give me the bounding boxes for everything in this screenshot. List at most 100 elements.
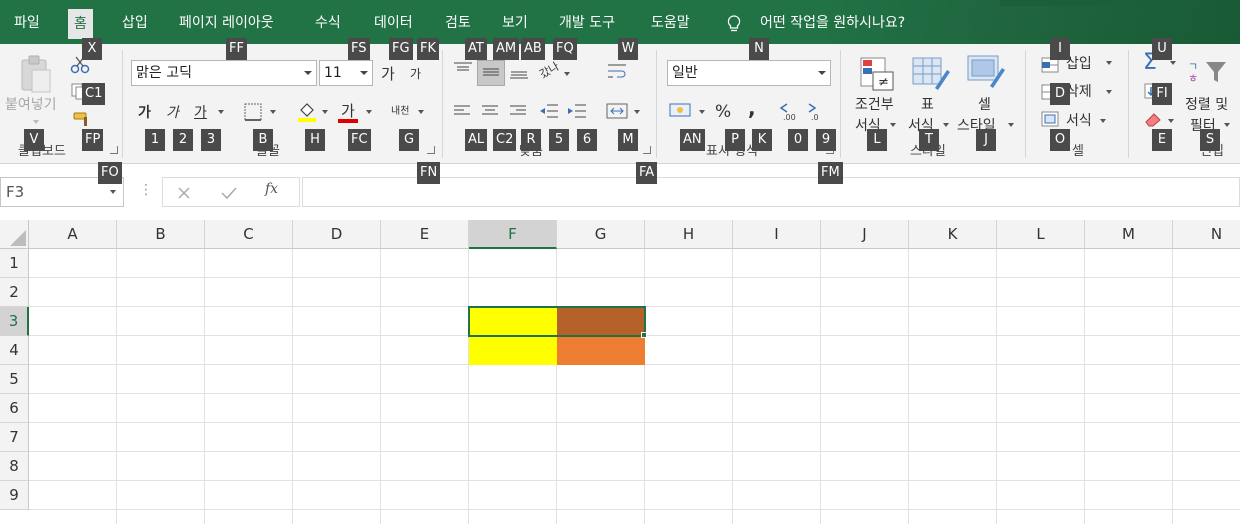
row-header-3[interactable]: 3 xyxy=(0,307,29,336)
column-header-n[interactable]: N xyxy=(1173,220,1240,249)
cell-styles-dropdown-arrow[interactable] xyxy=(1008,123,1014,127)
align-left-icon[interactable] xyxy=(453,104,471,118)
italic-button[interactable]: 가 xyxy=(166,102,179,122)
percent-button[interactable]: % xyxy=(715,102,731,122)
currency-icon[interactable] xyxy=(669,100,693,122)
border-dropdown-arrow[interactable] xyxy=(270,110,276,114)
column-header-j[interactable]: J xyxy=(821,220,909,249)
clipboard-launcher[interactable] xyxy=(110,146,118,154)
align-top-icon[interactable] xyxy=(453,61,473,77)
tab-home[interactable]: 홈 xyxy=(68,9,93,39)
tab-file[interactable]: 파일 xyxy=(14,10,40,36)
sort-filter-label[interactable]: 정렬 및 xyxy=(1185,94,1228,114)
row-header-6[interactable]: 6 xyxy=(0,394,29,423)
decrease-indent-icon[interactable] xyxy=(539,102,559,120)
fill-color-icon[interactable] xyxy=(296,100,318,122)
increase-decimal-icon[interactable]: .00 xyxy=(779,100,801,122)
column-header-i[interactable]: I xyxy=(733,220,821,249)
number-format-box[interactable]: 일반 xyxy=(667,60,831,86)
column-header-k[interactable]: K xyxy=(909,220,997,249)
formula-bar-grip[interactable]: ⋮ xyxy=(139,182,153,198)
formula-input[interactable] xyxy=(302,177,1240,207)
clear-dropdown-arrow[interactable] xyxy=(1168,119,1174,123)
border-icon[interactable] xyxy=(243,102,263,122)
column-header-a[interactable]: A xyxy=(29,220,117,249)
autosum-dropdown-arrow[interactable] xyxy=(1170,61,1176,65)
row-header-7[interactable]: 7 xyxy=(0,423,29,452)
paste-dropdown-arrow[interactable] xyxy=(33,120,39,124)
tab-data[interactable]: 데이터 xyxy=(374,10,413,36)
format-as-table-icon[interactable] xyxy=(911,56,951,92)
format-cells-icon[interactable] xyxy=(1040,110,1060,128)
paste-label[interactable]: 붙여넣기 xyxy=(5,94,57,114)
fill-handle[interactable] xyxy=(641,332,647,338)
font-size-box[interactable]: 11 xyxy=(319,60,373,86)
column-header-b[interactable]: B xyxy=(117,220,205,249)
row-header-9[interactable]: 9 xyxy=(0,481,29,510)
sort-filter-icon[interactable]: ㄱㅎ xyxy=(1186,56,1230,86)
font-color-button[interactable]: 가 xyxy=(341,100,355,121)
underline-button[interactable]: 가 xyxy=(194,102,207,122)
alignment-launcher[interactable] xyxy=(643,146,651,154)
decrease-decimal-icon[interactable]: .0 xyxy=(807,100,829,122)
orientation-button[interactable]: 갔나 xyxy=(536,58,562,82)
cell-g4[interactable] xyxy=(557,336,645,365)
increase-indent-icon[interactable] xyxy=(567,102,587,120)
format-cells-label[interactable]: 서식 xyxy=(1066,110,1092,130)
bold-button[interactable]: 가 xyxy=(138,102,151,122)
delete-dropdown-arrow[interactable] xyxy=(1106,90,1112,94)
align-center-icon[interactable] xyxy=(481,104,499,118)
grow-font-button[interactable]: 가 xyxy=(381,63,395,84)
row-header-2[interactable]: 2 xyxy=(0,278,29,307)
column-header-g[interactable]: G xyxy=(557,220,645,249)
cancel-icon[interactable] xyxy=(177,186,191,200)
conditional-formatting-label[interactable]: 조건부 xyxy=(855,94,894,114)
conditional-dropdown-arrow[interactable] xyxy=(890,123,896,127)
phonetic-dropdown-arrow[interactable] xyxy=(418,110,424,114)
font-name-box[interactable]: 맑은 고딕 xyxy=(131,60,317,86)
insert-function-icon[interactable]: fx xyxy=(265,181,278,197)
row-header-1[interactable]: 1 xyxy=(0,249,29,278)
merge-dropdown-arrow[interactable] xyxy=(634,110,640,114)
tell-me-search[interactable]: 어떤 작업을 원하시나요? xyxy=(760,10,905,36)
tab-developer[interactable]: 개발 도구 xyxy=(559,10,615,36)
font-launcher[interactable] xyxy=(427,146,435,154)
cell-styles-icon[interactable] xyxy=(966,54,1006,90)
row-header-5[interactable]: 5 xyxy=(0,365,29,394)
column-header-f[interactable]: F xyxy=(469,220,557,249)
insert-dropdown-arrow[interactable] xyxy=(1106,61,1112,65)
column-header-d[interactable]: D xyxy=(293,220,381,249)
underline-dropdown-arrow[interactable] xyxy=(218,110,224,114)
currency-dropdown-arrow[interactable] xyxy=(699,110,705,114)
align-right-icon[interactable] xyxy=(509,104,527,118)
tab-view[interactable]: 보기 xyxy=(502,10,528,36)
column-header-l[interactable]: L xyxy=(997,220,1085,249)
worksheet-grid[interactable]: ABCDEFGHIJKLMN 123456789 xyxy=(0,220,1240,524)
sort-dropdown-arrow[interactable] xyxy=(1224,123,1230,127)
column-header-h[interactable]: H xyxy=(645,220,733,249)
tab-insert[interactable]: 삽입 xyxy=(122,10,148,36)
format-dropdown-arrow[interactable] xyxy=(1100,119,1106,123)
align-bottom-icon[interactable] xyxy=(509,64,529,80)
font-color-dropdown-arrow[interactable] xyxy=(366,110,372,114)
format-as-table-label[interactable]: 표 xyxy=(921,94,934,114)
column-header-e[interactable]: E xyxy=(381,220,469,249)
wrap-text-icon[interactable] xyxy=(606,61,628,81)
enter-check-icon[interactable] xyxy=(221,186,237,200)
fill-color-dropdown-arrow[interactable] xyxy=(322,110,328,114)
tab-help[interactable]: 도움말 xyxy=(651,10,690,36)
tab-page-layout[interactable]: 페이지 레이아웃 xyxy=(179,10,274,36)
shrink-font-button[interactable]: 가 xyxy=(410,65,421,82)
name-box-dropdown-arrow[interactable] xyxy=(110,190,116,194)
cell-f4[interactable] xyxy=(469,336,557,365)
column-header-m[interactable]: M xyxy=(1085,220,1173,249)
row-header-4[interactable]: 4 xyxy=(0,336,29,365)
format-painter-icon[interactable] xyxy=(72,110,92,128)
select-all-corner[interactable] xyxy=(0,220,29,249)
merge-center-icon[interactable] xyxy=(606,101,628,121)
table-dropdown-arrow[interactable] xyxy=(943,123,949,127)
orientation-dropdown-arrow[interactable] xyxy=(564,72,570,76)
tab-formulas[interactable]: 수식 xyxy=(315,10,341,36)
clear-icon[interactable] xyxy=(1143,110,1165,128)
paste-icon[interactable] xyxy=(18,54,54,94)
